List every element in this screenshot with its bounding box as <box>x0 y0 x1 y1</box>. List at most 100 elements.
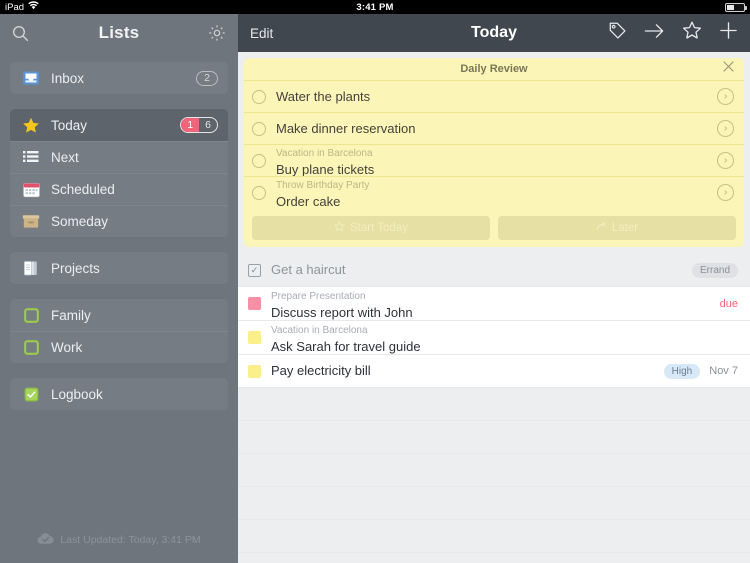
sidebar-list: Inbox 2 Today 1 6 Next Scheduled Someday… <box>0 52 238 517</box>
green-check-box-icon <box>20 385 42 403</box>
task-checkbox[interactable]: ✓ <box>248 263 261 277</box>
green-square-icon <box>20 306 42 324</box>
arrow-right-icon[interactable] <box>644 22 665 45</box>
chevron-right-icon[interactable]: › <box>717 88 734 105</box>
review-item-title: Water the plants <box>276 88 371 104</box>
app-screen: iPad 3:41 PM Lists Inbox 2 Today 1 6 Nex… <box>0 0 750 563</box>
box-icon <box>20 213 42 231</box>
sidebar-item-someday[interactable]: Someday <box>10 205 228 237</box>
review-item-title: Make dinner reservation <box>276 120 416 136</box>
sidebar-group-logbook: Logbook <box>10 378 228 410</box>
sidebar-group-projects: Projects <box>10 252 228 284</box>
review-checkbox[interactable] <box>252 185 266 200</box>
review-item[interactable]: Vacation in Barcelona Buy plane tickets … <box>244 144 744 176</box>
sidebar-badge-today: 1 6 <box>180 117 218 133</box>
sidebar-item-label: Someday <box>51 214 109 229</box>
green-square-icon <box>20 339 42 357</box>
task-row[interactable]: Vacation in Barcelona Ask Sarah for trav… <box>238 321 750 355</box>
sidebar-item-label: Logbook <box>51 386 103 402</box>
task-due-label: due <box>719 297 738 310</box>
task-title: Pay electricity bill <box>271 363 371 378</box>
task-checkbox[interactable] <box>248 364 261 378</box>
empty-row <box>238 520 750 553</box>
sidebar-item-logbook[interactable]: Logbook <box>10 378 228 410</box>
search-icon[interactable] <box>12 25 29 42</box>
review-checkbox[interactable] <box>252 89 266 104</box>
star-icon[interactable] <box>682 21 702 45</box>
sidebar-badge-inbox: 2 <box>196 70 218 86</box>
review-item[interactable]: Water the plants › <box>244 80 744 112</box>
edit-button[interactable]: Edit <box>250 26 273 41</box>
sidebar-item-label: Today <box>51 117 88 133</box>
sidebar-item-next[interactable]: Next <box>10 141 228 173</box>
review-item[interactable]: Throw Birthday Party Order cake › <box>244 176 744 208</box>
review-item-text: Vacation in Barcelona Buy plane tickets <box>276 143 717 179</box>
later-button[interactable]: Later <box>498 216 736 240</box>
review-item-text: Make dinner reservation <box>276 120 717 138</box>
review-item-text: Throw Birthday Party Order cake <box>276 175 717 211</box>
task-meta: Errand <box>691 262 738 278</box>
main-pane: Edit Today Daily Review Water the plants… <box>238 14 750 563</box>
battery-icon <box>725 2 747 12</box>
task-scroll-area: Daily Review Water the plants › Make din… <box>238 52 750 563</box>
review-checkbox[interactable] <box>252 153 266 168</box>
task-meta: High Nov 7 <box>663 363 738 379</box>
sidebar-item-work[interactable]: Work <box>10 331 228 363</box>
task-title: Ask Sarah for travel guide <box>271 338 421 354</box>
sidebar-item-today[interactable]: Today 1 6 <box>10 109 228 141</box>
inbox-tray-icon <box>20 69 42 87</box>
status-bar-right <box>725 0 747 14</box>
task-tag-badge: Errand <box>691 262 738 278</box>
review-item-project: Vacation in Barcelona <box>276 147 373 159</box>
star-icon <box>334 221 345 235</box>
task-text: Vacation in Barcelona Ask Sarah for trav… <box>271 320 738 356</box>
empty-row <box>238 454 750 487</box>
task-checkbox[interactable] <box>248 331 261 344</box>
chevron-right-icon[interactable]: › <box>717 184 734 201</box>
task-list: ✓ Get a haircut Errand Prepare Presentat… <box>238 254 750 563</box>
review-checkbox[interactable] <box>252 121 266 136</box>
task-row[interactable]: Prepare Presentation Discuss report with… <box>238 287 750 321</box>
task-date-label: Nov 7 <box>709 365 738 377</box>
task-checkbox[interactable] <box>248 297 261 310</box>
sidebar-item-label: Work <box>51 340 83 355</box>
cloud-check-icon <box>37 532 54 548</box>
review-item[interactable]: Make dinner reservation › <box>244 112 744 144</box>
sidebar-item-projects[interactable]: Projects <box>10 252 228 284</box>
sidebar-item-label: Family <box>51 307 91 323</box>
sidebar-item-scheduled[interactable]: Scheduled <box>10 173 228 205</box>
task-row[interactable]: Pay electricity bill High Nov 7 <box>238 355 750 388</box>
stacked-papers-icon <box>20 259 42 277</box>
task-meta: due <box>720 298 738 310</box>
gear-icon[interactable] <box>208 24 226 42</box>
status-bar-time: 3:41 PM <box>356 1 394 13</box>
sidebar-item-inbox[interactable]: Inbox 2 <box>10 62 228 94</box>
daily-review-card: Daily Review Water the plants › Make din… <box>244 58 744 247</box>
start-today-label: Start Today <box>350 222 408 234</box>
plus-icon[interactable] <box>719 21 738 45</box>
sidebar-badge-today-due: 1 <box>181 118 200 132</box>
close-icon[interactable] <box>723 61 734 75</box>
review-item-project: Throw Birthday Party <box>276 179 370 191</box>
sidebar-title: Lists <box>98 23 140 42</box>
main-header-actions <box>608 21 738 45</box>
sidebar: Lists Inbox 2 Today 1 6 Next Scheduled S… <box>0 14 238 563</box>
tag-icon[interactable] <box>608 21 627 45</box>
empty-rows <box>238 388 750 563</box>
sidebar-group-inbox: Inbox 2 <box>10 62 228 94</box>
task-priority-badge: High <box>663 363 701 379</box>
main-header: Edit Today <box>238 14 750 52</box>
task-project: Vacation in Barcelona <box>271 324 368 336</box>
start-today-button[interactable]: Start Today <box>252 216 490 240</box>
task-text: Prepare Presentation Discuss report with… <box>271 286 720 322</box>
sidebar-footer: Last Updated: Today, 3:41 PM <box>0 517 238 563</box>
sidebar-item-family[interactable]: Family <box>10 299 228 331</box>
chevron-right-icon[interactable]: › <box>717 120 734 137</box>
daily-review-header: Daily Review <box>244 58 744 80</box>
chevron-right-icon[interactable]: › <box>717 152 734 169</box>
last-updated-label: Last Updated: Today, 3:41 PM <box>60 534 201 546</box>
task-row[interactable]: ✓ Get a haircut Errand <box>238 254 750 287</box>
sidebar-item-label: Inbox <box>51 70 85 86</box>
task-title: Get a haircut <box>271 262 346 277</box>
sidebar-badge-today-total: 6 <box>205 119 211 131</box>
